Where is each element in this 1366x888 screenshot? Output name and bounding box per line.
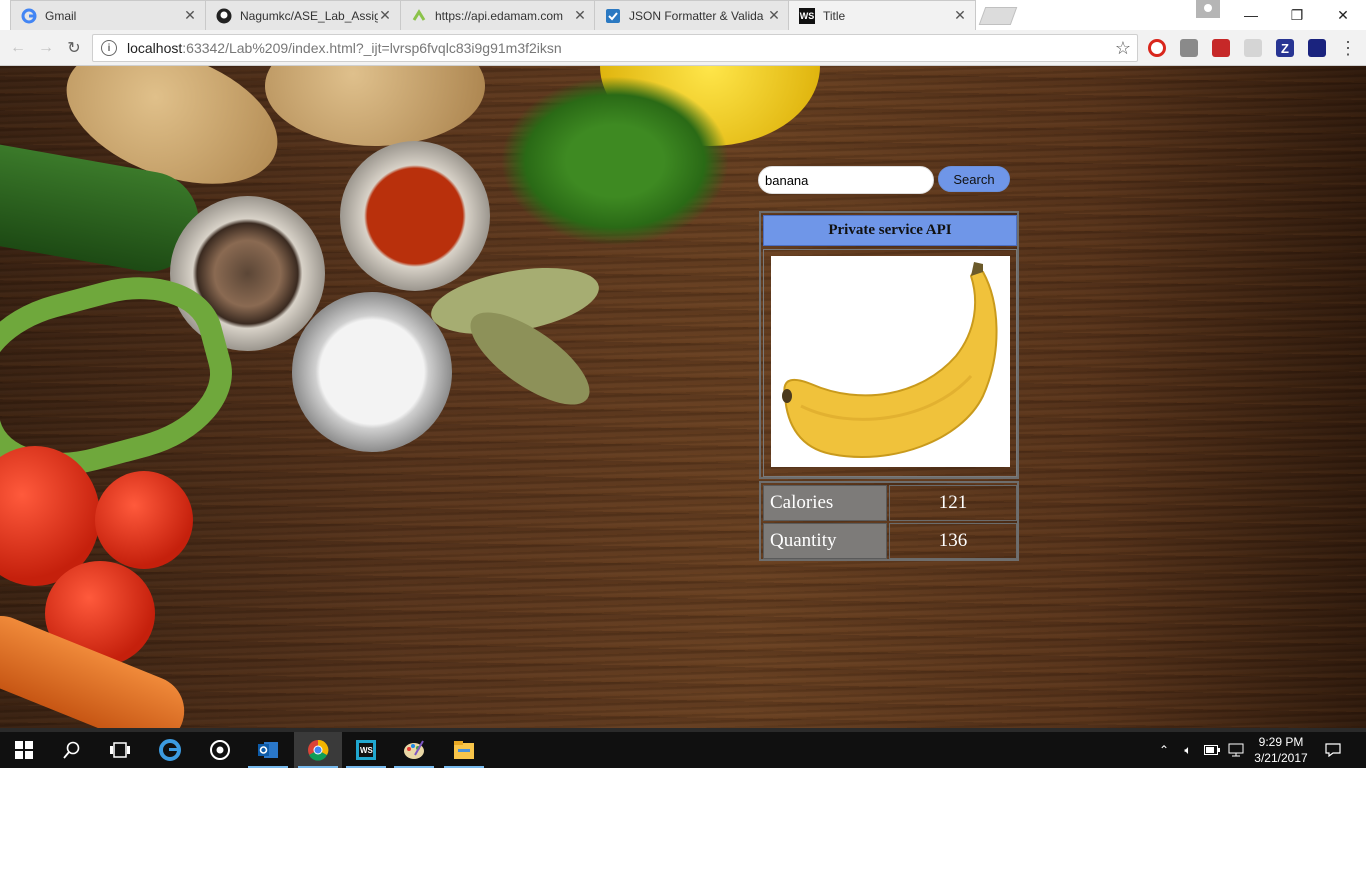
tab-edamam[interactable]: https://api.edamam.com ✕ [400, 0, 596, 30]
bookmark-star-icon[interactable]: ☆ [1115, 38, 1131, 59]
tab-title-page[interactable]: WS Title ✕ [788, 0, 976, 30]
taskbar: WS ⌃ 🔈︎ 9:29 PM 3/21/2017 [0, 728, 1366, 768]
api-result-panel: Private service API [759, 211, 1019, 479]
url-host: localhost [127, 40, 183, 56]
profile-icon[interactable] [1196, 0, 1220, 18]
clock-date: 3/21/2017 [1254, 751, 1308, 765]
close-icon[interactable]: ✕ [953, 7, 967, 24]
tab-strip: Gmail ✕ Nagumkc/ASE_Lab_Assig ✕ https://… [0, 0, 1366, 30]
calories-label: Calories [763, 485, 887, 521]
search-button[interactable]: Search [938, 166, 1010, 192]
table-row: Calories 121 [763, 485, 1017, 521]
quantity-label: Quantity [763, 523, 887, 559]
page-content: Search Private service API Calories 121 … [0, 66, 1366, 728]
checkbox-icon [605, 8, 621, 24]
banana-image [771, 256, 1010, 467]
tab-title: https://api.edamam.com [435, 8, 564, 23]
close-icon[interactable]: ✕ [573, 7, 587, 24]
notification-icon[interactable] [1322, 732, 1344, 768]
basil-image [500, 76, 730, 246]
extension-icon[interactable] [1180, 39, 1198, 57]
tomato-image [95, 471, 193, 569]
webstorm-icon[interactable]: WS [342, 732, 390, 768]
link-icon [411, 8, 427, 24]
shield-extension-icon[interactable] [1308, 39, 1326, 57]
clock[interactable]: 9:29 PM 3/21/2017 [1248, 734, 1314, 766]
chevron-up-icon[interactable]: ⌃ [1154, 732, 1174, 768]
reload-icon[interactable]: ↻ [62, 36, 86, 60]
edge-icon[interactable] [146, 732, 194, 768]
github-icon [216, 8, 232, 24]
quantity-value: 136 [889, 523, 1017, 559]
forward-icon[interactable]: → [34, 36, 58, 60]
food-image-cell [763, 249, 1017, 477]
pdf-extension-icon[interactable] [1244, 39, 1262, 57]
tab-gmail[interactable]: Gmail ✕ [10, 0, 206, 30]
close-icon[interactable]: ✕ [378, 7, 392, 24]
opera-icon[interactable] [1148, 39, 1166, 57]
svg-text:WS: WS [360, 746, 374, 755]
bookmark-extension-icon[interactable] [1212, 39, 1230, 57]
close-window-icon[interactable]: ✕ [1320, 0, 1366, 30]
back-icon[interactable]: ← [6, 36, 30, 60]
menu-icon[interactable]: ⋮ [1339, 36, 1357, 60]
google-icon [21, 8, 37, 24]
windows-start-icon[interactable] [0, 732, 48, 768]
api-header: Private service API [763, 215, 1017, 246]
potato-image [265, 66, 485, 146]
tab-title: JSON Formatter & Valida [629, 8, 764, 23]
browser-toolbar: ← → ↻ i localhost:63342/Lab%209/index.ht… [0, 30, 1366, 66]
search-icon[interactable] [48, 732, 96, 768]
salt-jar-image [292, 292, 452, 452]
calories-value: 121 [889, 485, 1017, 521]
close-icon[interactable]: ✕ [767, 7, 781, 24]
tab-github[interactable]: Nagumkc/ASE_Lab_Assig ✕ [205, 0, 401, 30]
chrome-icon[interactable] [294, 732, 342, 768]
tab-title: Nagumkc/ASE_Lab_Assig [240, 8, 378, 23]
outlook-icon[interactable] [244, 732, 292, 768]
table-row: Quantity 136 [763, 523, 1017, 559]
webstorm-icon: WS [799, 7, 815, 24]
tab-title: Title [823, 8, 846, 23]
tab-title: Gmail [45, 8, 77, 23]
battery-icon[interactable] [1202, 732, 1222, 768]
paint-icon[interactable] [390, 732, 438, 768]
restore-icon[interactable]: ❐ [1274, 0, 1320, 30]
zotero-icon[interactable]: Z [1276, 39, 1294, 57]
minimize-icon[interactable]: — [1228, 0, 1274, 30]
nutrition-table: Calories 121 Quantity 136 [759, 481, 1019, 561]
task-view-icon[interactable] [96, 732, 144, 768]
new-tab-button[interactable] [978, 7, 1018, 25]
clock-time: 9:29 PM [1258, 735, 1304, 749]
close-icon[interactable]: ✕ [183, 7, 197, 24]
paprika-jar-image [340, 141, 490, 291]
info-icon[interactable]: i [101, 40, 117, 56]
groove-icon[interactable] [196, 732, 244, 768]
file-explorer-icon[interactable] [440, 732, 488, 768]
search-input[interactable] [758, 166, 934, 194]
address-bar[interactable]: i localhost:63342/Lab%209/index.html?_ij… [92, 34, 1138, 62]
tab-json-formatter[interactable]: JSON Formatter & Valida ✕ [594, 0, 790, 30]
network-icon[interactable] [1226, 732, 1246, 768]
volume-icon[interactable]: 🔈︎ [1178, 732, 1198, 768]
url-path: :63342/Lab%209/index.html?_ijt=lvrsp6fvq… [182, 40, 562, 56]
